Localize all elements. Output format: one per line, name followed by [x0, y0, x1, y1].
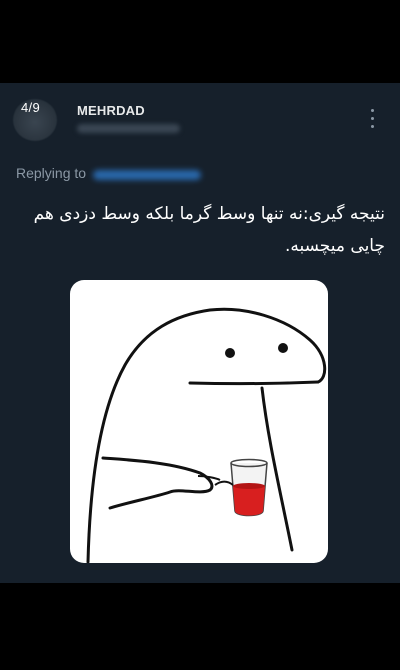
- more-options-icon[interactable]: [369, 109, 377, 129]
- tea-surface: [233, 483, 265, 489]
- replying-to-label: Replying to: [16, 165, 87, 181]
- replying-to-handle-redacted[interactable]: [93, 170, 201, 180]
- figure-arm: [101, 456, 214, 510]
- tweet-media-image[interactable]: [70, 280, 328, 563]
- thread-counter: 4/9: [21, 100, 40, 115]
- screen: 4/9 MEHRDAD Replying to نتیجه گیری:نه تن…: [0, 0, 400, 670]
- meme-drawing: [86, 307, 327, 563]
- author-handle-redacted: [77, 124, 180, 133]
- tweet-card[interactable]: 4/9 MEHRDAD Replying to نتیجه گیری:نه تن…: [0, 83, 400, 583]
- figure-mouth-line: [188, 380, 320, 386]
- right-eye: [278, 343, 288, 353]
- tweet-text: نتیجه گیری:نه تنها وسط گرما بلکه وسط دزد…: [33, 204, 385, 256]
- tea: [233, 486, 265, 516]
- glass-handle: [214, 480, 234, 486]
- left-eye: [225, 348, 235, 358]
- figure-head-outline: [86, 307, 327, 563]
- author-name[interactable]: MEHRDAD: [77, 103, 145, 118]
